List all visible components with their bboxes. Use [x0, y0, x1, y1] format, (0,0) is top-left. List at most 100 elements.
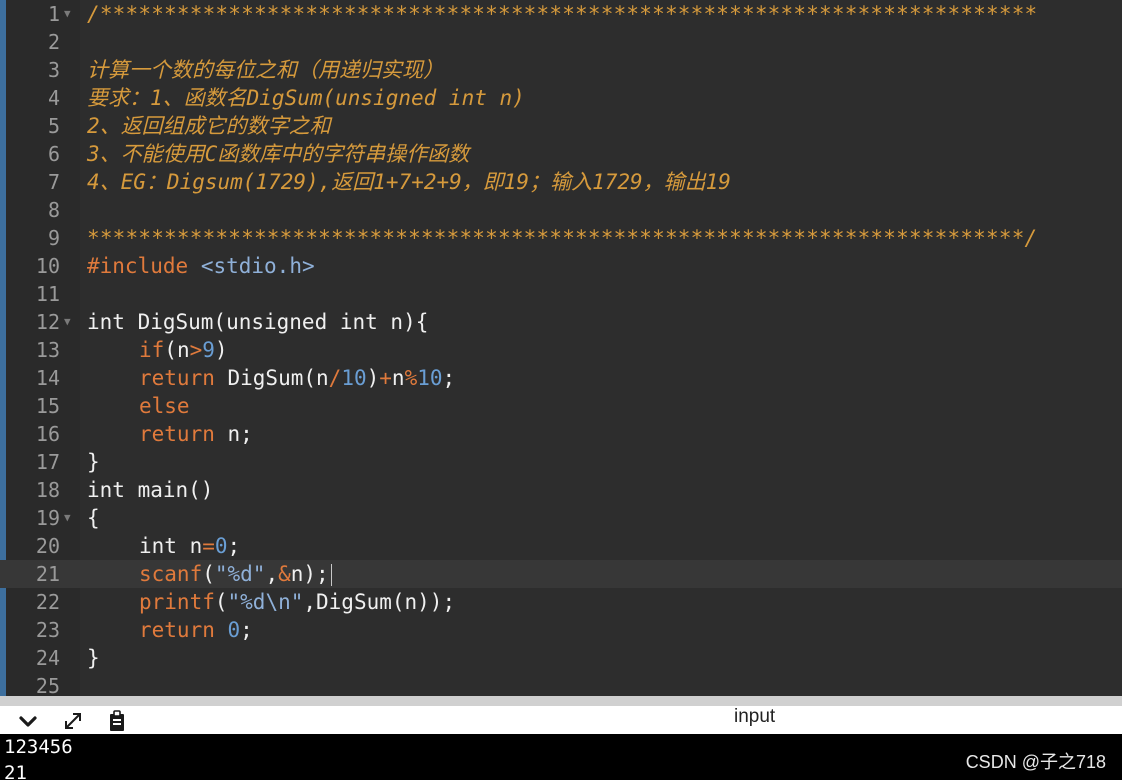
panel-title: input — [734, 706, 776, 727]
code-line-16[interactable]: 16 return n; — [0, 420, 1122, 448]
code-token: ; — [442, 366, 456, 390]
fold-arrow-icon[interactable]: ▼ — [64, 504, 71, 532]
line-number: 14 — [35, 366, 60, 390]
code-token: ( — [202, 562, 215, 586]
code-text: int n=0; — [139, 532, 240, 560]
code-line-19[interactable]: 19 ▼ { — [0, 504, 1122, 532]
operator-token: & — [278, 562, 291, 586]
line-number: 7 — [47, 170, 60, 194]
code-token: int n — [139, 534, 203, 558]
number-token: 10 — [341, 366, 367, 390]
code-text: int main() — [87, 478, 214, 502]
code-token: n — [391, 366, 405, 390]
comment-text: 计算一个数的每位之和（用递归实现） — [87, 58, 444, 82]
code-line-11[interactable]: 11 — [0, 280, 1122, 308]
console-output[interactable]: 123456 21 — [0, 734, 1122, 780]
line-number: 10 — [35, 254, 60, 278]
chevron-down-icon[interactable] — [15, 708, 41, 734]
code-line-23[interactable]: 23 return 0; — [0, 616, 1122, 644]
code-line-25[interactable]: 25 — [0, 672, 1122, 696]
text-cursor — [330, 564, 332, 586]
code-line-18[interactable]: 18 int main() — [0, 476, 1122, 504]
function-token: printf — [139, 590, 215, 614]
code-line-2[interactable]: 2 — [0, 28, 1122, 56]
code-line-3[interactable]: 3 计算一个数的每位之和（用递归实现） — [0, 56, 1122, 84]
comment-text: 3、不能使用C函数库中的字符串操作函数 — [87, 142, 470, 166]
keyword-token: if — [139, 338, 165, 362]
code-token: (n — [164, 338, 190, 362]
code-text: return 0; — [139, 616, 253, 644]
line-number: 5 — [47, 114, 60, 138]
code-token: ) — [366, 366, 380, 390]
code-line-8[interactable]: 8 — [0, 196, 1122, 224]
operator-token: % — [404, 366, 418, 390]
fold-arrow-icon[interactable]: ▼ — [64, 308, 71, 336]
comment-text: 4、EG：Digsum(1729),返回1+7+2+9，即19；输入1729，输… — [87, 170, 731, 194]
code-token: ; — [227, 534, 241, 558]
code-text: return DigSum(n/10)+n%10; — [139, 364, 455, 392]
code-line-17[interactable]: 17 } — [0, 448, 1122, 476]
operator-token: / — [328, 366, 342, 390]
code-text: } — [87, 646, 100, 670]
code-line-20[interactable]: 20 int n=0; — [0, 532, 1122, 560]
fold-arrow-icon[interactable]: ▼ — [64, 0, 71, 28]
code-token: ,DigSum(n)); — [303, 590, 456, 614]
panel-resize-bar[interactable] — [0, 696, 1122, 706]
line-number: 24 — [35, 646, 60, 670]
code-line-14[interactable]: 14 return DigSum(n/10)+n%10; — [0, 364, 1122, 392]
line-number: 12 — [35, 310, 60, 334]
line-number: 22 — [35, 590, 60, 614]
code-line-10[interactable]: 10 #include <stdio.h> — [0, 252, 1122, 280]
line-number: 3 — [47, 58, 60, 82]
code-line-9[interactable]: 9 **************************************… — [0, 224, 1122, 252]
line-number: 9 — [47, 226, 60, 250]
comment-text: 2、返回组成它的数字之和 — [87, 114, 331, 138]
comment-text: 要求：1、函数名DigSum(unsigned int n) — [87, 86, 525, 110]
code-token: ( — [214, 590, 228, 614]
number-token: 0 — [214, 534, 228, 558]
watermark: CSDN @子之718 — [965, 752, 1106, 772]
expand-icon[interactable] — [60, 708, 86, 734]
line-number: 21 — [35, 562, 60, 586]
line-number: 15 — [35, 394, 60, 418]
code-line-21-active[interactable]: 21 scanf("%d",&n); — [0, 560, 1122, 588]
code-line-22[interactable]: 22 printf("%d\n",DigSum(n)); — [0, 588, 1122, 616]
code-line-7[interactable]: 7 4、EG：Digsum(1729),返回1+7+2+9，即19；输入1729… — [0, 168, 1122, 196]
code-line-4[interactable]: 4 要求：1、函数名DigSum(unsigned int n) — [0, 84, 1122, 112]
code-text: #include <stdio.h> — [87, 252, 315, 280]
code-token: , — [265, 562, 279, 586]
operator-token: > — [189, 338, 203, 362]
include-path: <stdio.h> — [200, 254, 315, 278]
code-text: printf("%d\n",DigSum(n)); — [139, 588, 455, 616]
code-text: int DigSum(unsigned int n){ — [87, 310, 429, 334]
number-token: 0 — [227, 618, 241, 642]
code-token: ; — [240, 618, 253, 642]
console-input-line: 123456 — [4, 736, 73, 758]
code-line-12[interactable]: 12 ▼ int DigSum(unsigned int n){ — [0, 308, 1122, 336]
code-line-1[interactable]: 1 ▼ /***********************************… — [0, 0, 1122, 28]
line-number: 16 — [35, 422, 60, 446]
line-number: 23 — [35, 618, 60, 642]
io-panel-toolbar: input — [0, 706, 1122, 734]
line-number: 20 — [35, 534, 60, 558]
function-token: scanf — [139, 562, 203, 586]
code-editor[interactable]: 1 ▼ /***********************************… — [0, 0, 1122, 696]
code-line-24[interactable]: 24 } — [0, 644, 1122, 672]
comment-text: ****************************************… — [87, 226, 1038, 250]
operator-token: = — [202, 534, 215, 558]
line-number: 8 — [47, 198, 60, 222]
code-text: return n; — [139, 420, 253, 448]
keyword-token: else — [139, 394, 190, 418]
code-line-5[interactable]: 5 2、返回组成它的数字之和 — [0, 112, 1122, 140]
line-number: 2 — [47, 30, 60, 54]
code-line-6[interactable]: 6 3、不能使用C函数库中的字符串操作函数 — [0, 140, 1122, 168]
line-number: 19 — [35, 506, 60, 530]
clipboard-icon[interactable] — [105, 708, 131, 734]
comment-text: /***************************************… — [87, 2, 1038, 26]
code-text: { — [87, 506, 100, 530]
code-token: n); — [290, 562, 329, 586]
code-line-15[interactable]: 15 else — [0, 392, 1122, 420]
code-line-13[interactable]: 13 if(n>9) — [0, 336, 1122, 364]
line-number: 6 — [47, 142, 60, 166]
string-token: "%d\n" — [227, 590, 304, 614]
